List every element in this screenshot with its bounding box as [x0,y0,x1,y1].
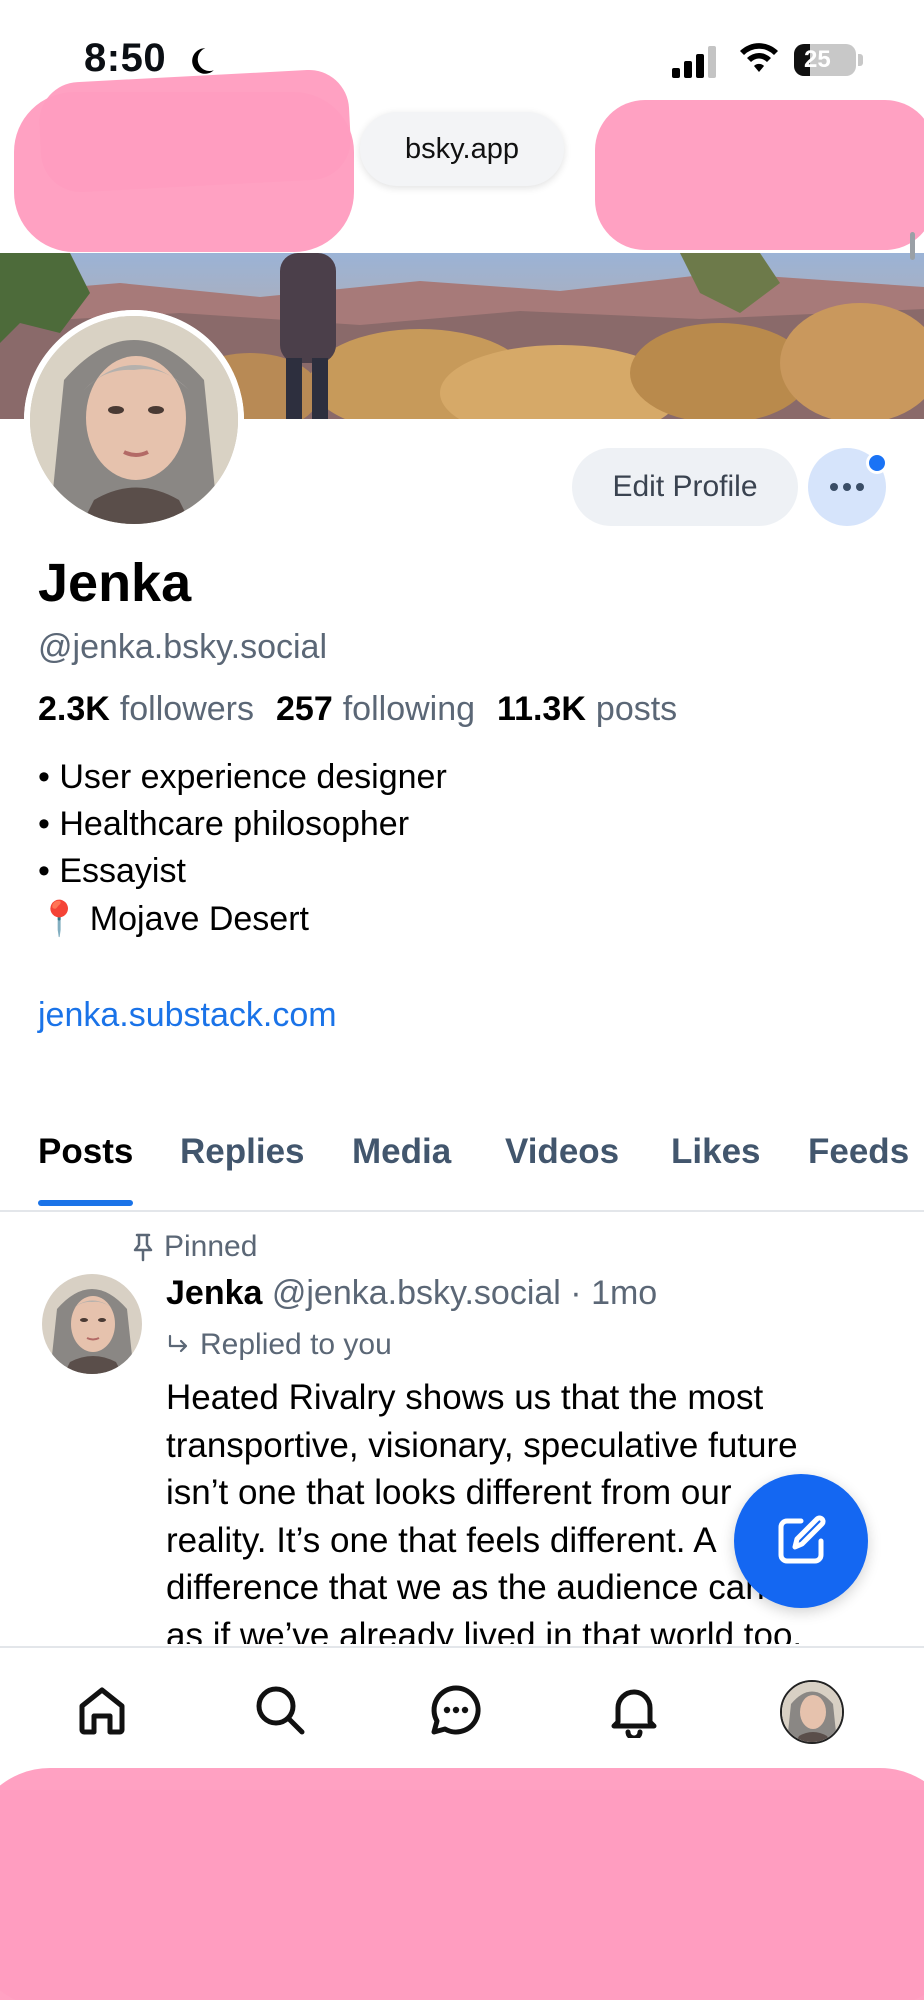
following-label: following [342,690,476,728]
tab-likes[interactable]: Likes [671,1132,761,1172]
nav-profile-avatar[interactable] [780,1680,844,1744]
profile-display-name: Jenka [38,553,192,613]
reply-context: Replied to you [166,1328,392,1362]
redaction-mark [0,1790,924,2000]
bottom-nav [0,1646,924,1776]
tab-feeds[interactable]: Feeds [808,1132,909,1172]
posts-count: 11.3K [497,690,586,728]
reply-context-label: Replied to you [200,1328,392,1361]
chat-icon [431,1685,481,1735]
followers-link[interactable]: 2.3K followers [38,690,254,729]
signal-icon [672,46,716,78]
following-count: 257 [276,690,333,728]
home-icon [79,1687,125,1735]
reply-arrow-icon [168,1334,188,1353]
post-author-avatar[interactable] [42,1274,142,1374]
url-bar[interactable]: bsky.app [360,112,564,186]
post-handle-time: @jenka.bsky.social · 1mo [271,1274,658,1312]
nav-search[interactable] [248,1678,312,1742]
wifi-icon [740,43,778,72]
redaction-mark [595,100,924,250]
profile-stats: 2.3K followers 257 following 11.3K posts [38,690,699,729]
followers-label: followers [119,690,254,728]
profile-avatar[interactable] [24,310,244,530]
redaction-mark [37,67,353,195]
active-tab-indicator [38,1200,133,1206]
nav-home[interactable] [70,1678,134,1742]
status-time: 8:50 [84,36,167,80]
followers-count: 2.3K [38,690,110,728]
profile-website-link[interactable]: jenka.substack.com [38,996,337,1035]
scroll-indicator [910,232,915,260]
search-icon [256,1686,305,1735]
post-text-line: as if we’ve already lived in that world … [166,1615,803,1645]
ellipsis-icon [830,483,864,491]
tab-videos[interactable]: Videos [505,1132,619,1172]
posts-count-item: 11.3K posts [497,690,677,729]
pin-icon [133,1233,153,1262]
notification-dot [866,452,888,474]
tab-replies[interactable]: Replies [180,1132,305,1172]
post-header: Jenka @jenka.bsky.social · 1mo [166,1274,657,1313]
posts-label: posts [595,690,678,728]
nav-chat[interactable] [424,1678,488,1742]
post-text-line: Heated Rivalry shows us that the most [166,1378,764,1417]
pinned-label: Pinned [164,1230,258,1263]
post-author-name[interactable]: Jenka [166,1274,262,1312]
profile-handle: @jenka.bsky.social [38,628,327,666]
compose-button[interactable] [734,1474,868,1608]
tab-posts[interactable]: Posts [38,1132,133,1172]
bio-line: • User experience designer [38,758,447,796]
following-link[interactable]: 257 following [276,690,475,729]
bio-line: • Healthcare philosopher [38,805,410,843]
tab-media[interactable]: Media [352,1132,451,1172]
battery-indicator: 25 [794,44,864,76]
bio-line: • Essayist [38,852,186,890]
battery-level: 25 [804,46,831,73]
moon-icon [192,48,214,74]
profile-tabs: Posts Replies Media Videos Likes Feeds [0,1122,924,1212]
bell-icon [611,1689,657,1738]
edit-profile-button[interactable]: Edit Profile [572,448,798,526]
compose-icon [778,1515,826,1564]
post-text-line: transportive, visionary, speculative fut… [166,1425,798,1465]
pinned-label-row: Pinned [130,1230,257,1264]
bio-line: 📍 Mojave Desert [38,900,309,938]
nav-notifications[interactable] [602,1678,666,1742]
